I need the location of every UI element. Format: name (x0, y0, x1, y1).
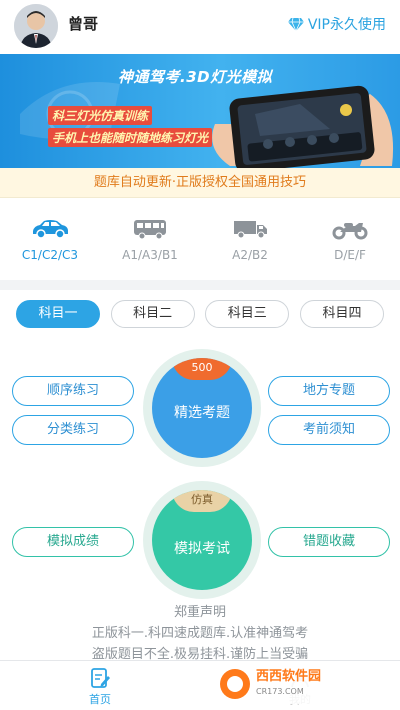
disclaimer-line-1: 正版科一.科四速成题库.认准神通驾考 (91, 626, 309, 641)
tab-subject-3[interactable]: 科目三 (205, 300, 290, 328)
disclaimer-title: 郑重声明 (173, 605, 226, 620)
banner-tagline-2: 手机上也能随时随地练习灯光 (48, 128, 213, 147)
app-header: 曾哥 VIP永久使用 (0, 0, 400, 52)
diamond-icon (287, 17, 304, 31)
simulation-badge: 仿真 (172, 490, 232, 512)
watermark-text: 西西软件园 CR173.COM (256, 669, 321, 699)
wrong-questions-button[interactable]: 错题收藏 (268, 527, 390, 557)
vip-badge[interactable]: VIP永久使用 (287, 14, 386, 34)
local-topics-button[interactable]: 地方专题 (268, 376, 390, 406)
license-type-c[interactable]: C1/C2/C3 (0, 214, 100, 274)
license-type-a2[interactable]: A2/B2 (200, 214, 300, 274)
banner-tagline-1: 科三灯光仿真训练 (48, 106, 153, 125)
featured-questions-label: 精选考题 (174, 405, 230, 421)
tab-subject-1[interactable]: 科目一 (16, 300, 100, 328)
license-type-label: D/E/F (334, 248, 366, 262)
mock-exam-label: 模拟考试 (174, 541, 230, 557)
banner-title: 神通驾考.3D灯光模拟 (118, 68, 273, 86)
tab-subject-4[interactable]: 科目四 (299, 300, 384, 328)
exam-notice-button[interactable]: 考前须知 (268, 415, 390, 445)
nav-home-label: 首页 (89, 693, 111, 706)
watermark-brand: 西西软件园 (256, 669, 322, 684)
license-type-a1[interactable]: A1/A3/B1 (100, 214, 200, 274)
watermark-logo-icon (220, 669, 250, 699)
car-icon (33, 220, 68, 239)
license-type-d[interactable]: D/E/F (300, 214, 400, 274)
mock-exam-button[interactable]: 仿真 模拟考试 (152, 490, 252, 590)
update-notice: 题库自动更新·正版授权全国通用技巧 (0, 168, 400, 198)
nav-home[interactable]: 首页 (0, 661, 200, 710)
mock-score-button[interactable]: 模拟成绩 (12, 527, 134, 557)
motorcycle-icon (332, 223, 368, 240)
license-type-label: A1/A3/B1 (122, 248, 178, 262)
tab-subject-2[interactable]: 科目二 (110, 300, 195, 328)
section-divider (0, 280, 400, 290)
site-watermark: 西西软件园 CR173.COM (214, 664, 384, 704)
home-edit-icon (91, 668, 110, 688)
bus-icon (134, 220, 166, 240)
license-type-tabs: C1/C2/C3 A1/A3/B1 A2/B2 D/E/F (0, 214, 400, 274)
username: 曾哥 (68, 15, 99, 33)
featured-questions-button[interactable]: 500 精选考题 (152, 358, 252, 458)
subject-tabs: 科目一 科目二 科目三 科目四 (16, 300, 384, 328)
watermark-url: CR173.COM (256, 687, 304, 696)
license-type-label: A2/B2 (232, 248, 268, 262)
sequential-practice-button[interactable]: 顺序练习 (12, 376, 134, 406)
license-type-label: C1/C2/C3 (21, 248, 79, 262)
vip-label: VIP永久使用 (307, 17, 386, 33)
disclaimer: 郑重声明 正版科一.科四速成题库.认准神通驾考 盗版题目不全.极易挂科.谨防上当… (0, 602, 400, 665)
featured-questions-circle[interactable]: 500 精选考题 (143, 349, 261, 467)
mock-exam-circle[interactable]: 仿真 模拟考试 (143, 481, 261, 599)
category-practice-button[interactable]: 分类练习 (12, 415, 134, 445)
truck-icon (234, 221, 267, 239)
avatar[interactable] (14, 4, 58, 48)
promo-banner[interactable]: 神通驾考.3D灯光模拟 科三灯光仿真训练 手机上也能随时随地练习灯光 (0, 54, 400, 168)
question-count-badge: 500 (172, 358, 232, 380)
